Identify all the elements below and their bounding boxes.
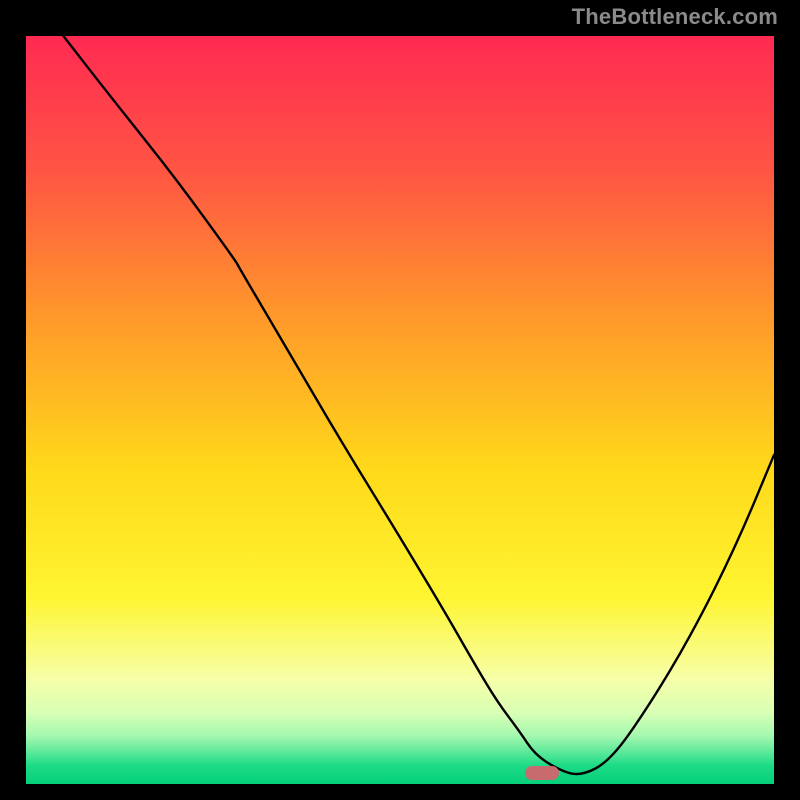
optimal-marker: [525, 766, 559, 780]
plot-frame: [20, 30, 780, 790]
bottleneck-curve: [26, 36, 774, 784]
plot-area: [26, 36, 774, 784]
watermark-text: TheBottleneck.com: [572, 4, 778, 30]
